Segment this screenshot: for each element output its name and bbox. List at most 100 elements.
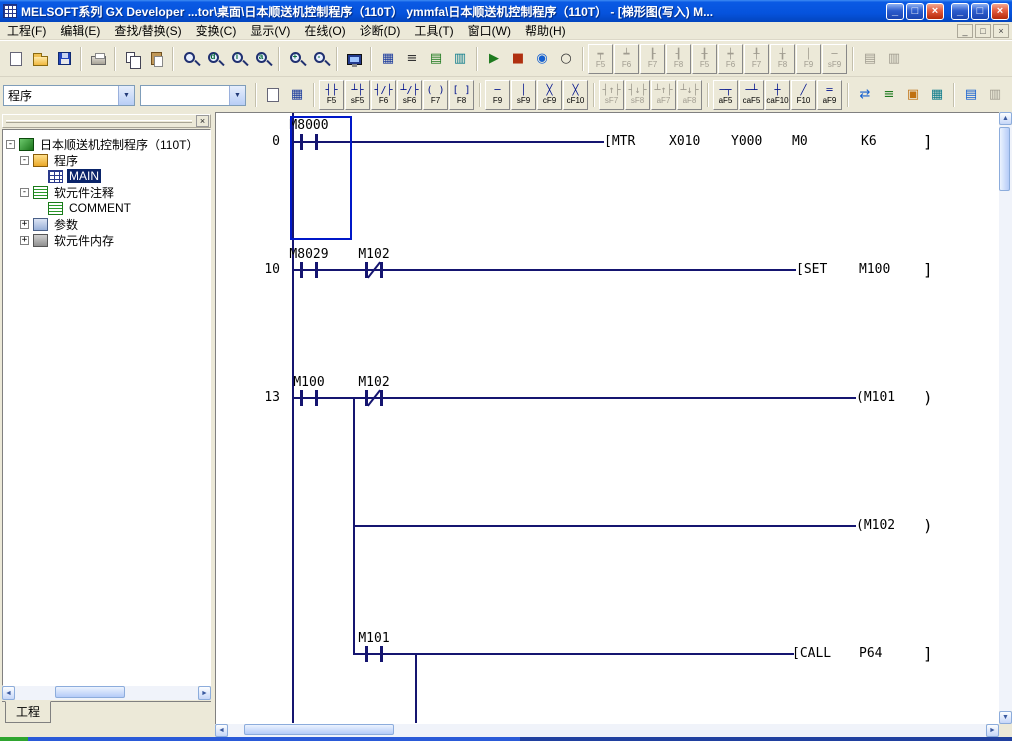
panel-close-button[interactable]: × bbox=[196, 115, 209, 127]
scroll-up-icon[interactable]: ▲ bbox=[999, 112, 1012, 125]
vertical-line-button[interactable]: │sF9 bbox=[511, 80, 536, 110]
horizontal-line-button[interactable]: ─F9 bbox=[485, 80, 510, 110]
open-project-button[interactable] bbox=[28, 46, 52, 72]
mdi-minimize-button[interactable]: _ bbox=[957, 24, 973, 38]
comment-display-button[interactable]: ▤ bbox=[424, 46, 448, 72]
scroll-track[interactable] bbox=[15, 686, 198, 700]
op-result-rise-button[interactable]: ─┬aF5 bbox=[713, 80, 738, 110]
ladder-edit-button[interactable]: ▦ bbox=[285, 82, 309, 108]
tree-item-main[interactable]: MAIN bbox=[3, 168, 210, 184]
close-button[interactable]: × bbox=[991, 3, 1009, 20]
open-branch-button[interactable]: ┴├sF5 bbox=[345, 80, 370, 110]
monitor-start-button[interactable]: ▶ bbox=[482, 46, 506, 72]
statement-display-button[interactable]: ▥ bbox=[448, 46, 472, 72]
instruction-list-button[interactable]: ≡ bbox=[400, 46, 424, 72]
ladder-editor[interactable]: 0 M8000 [MTR X010 Y000 M0 K6 ] 10 M8029 … bbox=[215, 112, 999, 724]
collapse-icon[interactable]: - bbox=[20, 156, 29, 165]
write-mode-button[interactable]: ○ bbox=[554, 46, 578, 72]
menu-convert[interactable]: 变换(C) bbox=[189, 21, 244, 40]
op-result-invert-button[interactable]: ┼caF10 bbox=[765, 80, 790, 110]
ladder-horizontal-scrollbar[interactable]: ◄ ► bbox=[215, 724, 999, 737]
program-mode-combo[interactable]: 程序 ▼ bbox=[3, 85, 135, 106]
scroll-track[interactable] bbox=[999, 125, 1012, 711]
mdi-restore-button[interactable]: □ bbox=[975, 24, 991, 38]
scroll-left-icon[interactable]: ◄ bbox=[2, 686, 15, 700]
child-close-button[interactable]: × bbox=[926, 3, 944, 20]
zoom-in-button[interactable] bbox=[284, 46, 308, 72]
collapse-icon[interactable]: - bbox=[6, 140, 15, 149]
scroll-down-icon[interactable]: ▼ bbox=[999, 711, 1012, 724]
tree-horizontal-scrollbar[interactable]: ◄ ► bbox=[2, 686, 211, 700]
find-instruction-button[interactable] bbox=[226, 46, 250, 72]
zoom-out-button[interactable] bbox=[308, 46, 332, 72]
menu-find-replace[interactable]: 查找/替换(S) bbox=[107, 21, 188, 40]
display-screen-button[interactable] bbox=[342, 46, 366, 72]
monitor-stop-button[interactable]: ■ bbox=[506, 46, 530, 72]
delete-vline-button[interactable]: ╳cF10 bbox=[563, 80, 588, 110]
save-project-button[interactable] bbox=[52, 46, 76, 72]
paste-button[interactable] bbox=[144, 46, 168, 72]
menu-diagnostics[interactable]: 诊断(D) bbox=[353, 21, 408, 40]
delete-line-button[interactable]: ═aF9 bbox=[817, 80, 842, 110]
menu-edit[interactable]: 编辑(E) bbox=[53, 21, 107, 40]
device-test-button[interactable]: ▣ bbox=[901, 82, 925, 108]
menu-window[interactable]: 窗口(W) bbox=[461, 21, 518, 40]
child-minimize-button[interactable]: _ bbox=[886, 3, 904, 20]
menu-view[interactable]: 显示(V) bbox=[243, 21, 297, 40]
ladder-display-button[interactable]: ▦ bbox=[376, 46, 400, 72]
read-mode-button[interactable]: ◉ bbox=[530, 46, 554, 72]
free-line-button[interactable]: ╱F10 bbox=[791, 80, 816, 110]
tree-item-program[interactable]: - 程序 bbox=[3, 152, 210, 168]
dock-grip[interactable] bbox=[6, 120, 192, 123]
find-device-button[interactable] bbox=[202, 46, 226, 72]
device-combo[interactable]: ▼ bbox=[140, 85, 246, 106]
find-replace-button[interactable] bbox=[250, 46, 274, 72]
find-button[interactable] bbox=[178, 46, 202, 72]
tree-item-parameter[interactable]: + 参数 bbox=[3, 216, 210, 232]
scroll-left-icon[interactable]: ◄ bbox=[215, 724, 228, 737]
scroll-thumb[interactable] bbox=[244, 724, 394, 735]
ladder-cursor[interactable] bbox=[290, 116, 352, 240]
instruction-button[interactable]: [ ]F8 bbox=[449, 80, 474, 110]
menu-tools[interactable]: 工具(T) bbox=[407, 21, 460, 40]
delete-hline-button[interactable]: ╳cF9 bbox=[537, 80, 562, 110]
minimize-button[interactable]: _ bbox=[951, 3, 969, 20]
menu-online[interactable]: 在线(O) bbox=[297, 21, 352, 40]
coil-button[interactable]: ( )F7 bbox=[423, 80, 448, 110]
project-panel-header[interactable]: × bbox=[2, 114, 211, 128]
op-result-fall-button[interactable]: ─┴caF5 bbox=[739, 80, 764, 110]
scroll-thumb[interactable] bbox=[999, 127, 1010, 191]
mdi-close-button[interactable]: × bbox=[993, 24, 1009, 38]
cross-reference-button[interactable]: ⇄ bbox=[853, 82, 877, 108]
tree-item-device-memory[interactable]: + 软元件内存 bbox=[3, 232, 210, 248]
scroll-track[interactable] bbox=[228, 724, 986, 737]
closed-contact-button[interactable]: ┤/├F6 bbox=[371, 80, 396, 110]
scroll-right-icon[interactable]: ► bbox=[986, 724, 999, 737]
open-contact-button[interactable]: ┤├F5 bbox=[319, 80, 344, 110]
copy-button[interactable] bbox=[120, 46, 144, 72]
print-button[interactable] bbox=[86, 46, 110, 72]
expand-icon[interactable]: + bbox=[20, 220, 29, 229]
maximize-button[interactable]: □ bbox=[971, 3, 989, 20]
expand-icon[interactable]: + bbox=[20, 236, 29, 245]
combo-arrow-icon[interactable]: ▼ bbox=[118, 86, 134, 105]
ladder-vertical-scrollbar[interactable]: ▲ ▼ bbox=[999, 112, 1012, 724]
collapse-icon[interactable]: - bbox=[20, 188, 29, 197]
closed-branch-button[interactable]: ┴/├sF6 bbox=[397, 80, 422, 110]
device-comment-button[interactable] bbox=[261, 82, 285, 108]
combo-arrow-icon[interactable]: ▼ bbox=[229, 86, 245, 105]
tree-item-comment[interactable]: COMMENT bbox=[3, 200, 210, 216]
menu-help[interactable]: 帮助(H) bbox=[518, 21, 573, 40]
child-restore-button[interactable]: □ bbox=[906, 3, 924, 20]
tree-item-device-comment[interactable]: - 软元件注释 bbox=[3, 184, 210, 200]
new-project-button[interactable] bbox=[4, 46, 28, 72]
scroll-right-icon[interactable]: ► bbox=[198, 686, 211, 700]
menu-project[interactable]: 工程(F) bbox=[0, 21, 53, 40]
project-tab[interactable]: 工程 bbox=[5, 701, 51, 723]
project-tree[interactable]: - 日本顺送机控制程序（110T） - 程序 MAIN - 软元件注释 COMM… bbox=[2, 129, 211, 686]
trace-button[interactable]: ▦ bbox=[925, 82, 949, 108]
scroll-thumb[interactable] bbox=[55, 686, 125, 698]
comment-button[interactable]: ▤ bbox=[959, 82, 983, 108]
tree-item-project-root[interactable]: - 日本顺送机控制程序（110T） bbox=[3, 136, 210, 152]
device-use-list-button[interactable]: ≡ bbox=[877, 82, 901, 108]
